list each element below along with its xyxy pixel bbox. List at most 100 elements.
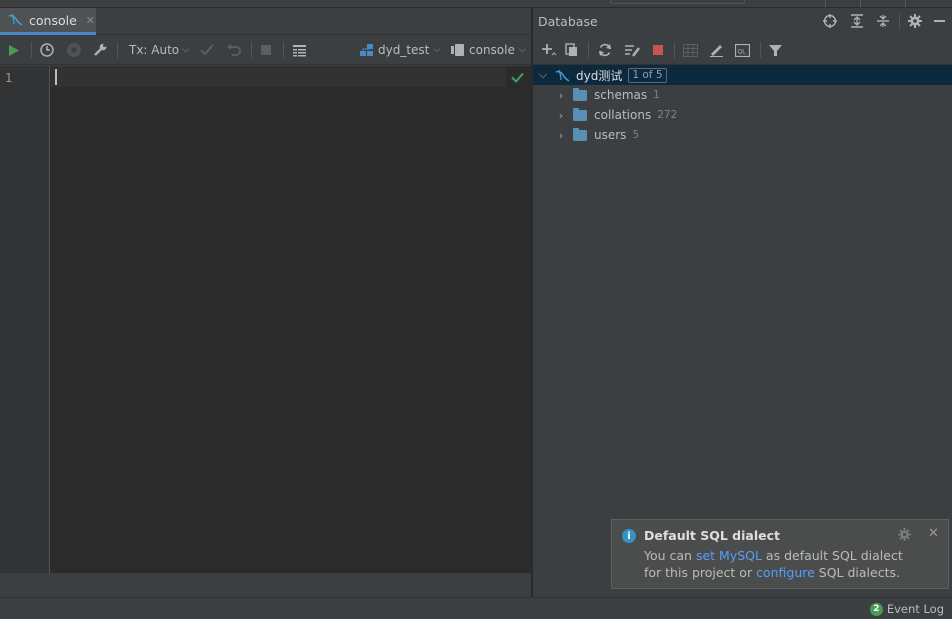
- execute-button[interactable]: [8, 35, 20, 65]
- event-count-badge: 2: [869, 602, 883, 616]
- tree-root-datasource[interactable]: ⌵ dyd测试 1 of 5: [533, 65, 952, 85]
- new-button[interactable]: [541, 35, 557, 65]
- refresh-icon: [598, 43, 612, 57]
- set-mysql-link[interactable]: set MySQL: [696, 548, 762, 563]
- configure-link[interactable]: configure: [756, 565, 815, 580]
- edit-source-button[interactable]: [709, 35, 724, 65]
- chevron-right-icon[interactable]: ›: [555, 129, 567, 142]
- cancel-running-button[interactable]: [66, 35, 82, 65]
- chevron-right-icon[interactable]: ›: [555, 109, 567, 122]
- settings-wrench-button[interactable]: [92, 35, 108, 65]
- panel-settings-button[interactable]: [908, 14, 922, 28]
- disconnect-button[interactable]: [652, 35, 664, 65]
- session-selector[interactable]: console ⌵: [451, 35, 526, 65]
- editor-toolbar: Tx: Auto ⌵ dyd_test ⌵ console ⌵: [0, 35, 531, 65]
- stop-circle-icon: [66, 42, 82, 58]
- session-label: console: [469, 43, 515, 57]
- notification-text: as default SQL dialect: [761, 548, 903, 563]
- tree-node-users[interactable]: › users 5: [533, 125, 952, 145]
- tree-node-label: schemas: [594, 88, 648, 102]
- top-toolbar-fragment: [610, 0, 745, 4]
- rollback-button[interactable]: [226, 35, 242, 65]
- notification-line-1: You can set MySQL as default SQL dialect: [644, 548, 903, 563]
- line-number: 1: [5, 71, 13, 85]
- properties-button[interactable]: [624, 35, 640, 65]
- sql-console-icon: QL: [735, 43, 750, 57]
- editor-footer: [0, 573, 531, 597]
- datasource-label: dyd_test: [378, 43, 430, 57]
- editor-gutter: [0, 66, 50, 573]
- collapse-all-button[interactable]: [876, 14, 890, 28]
- expand-all-button[interactable]: [850, 14, 864, 28]
- close-icon[interactable]: ✕: [928, 526, 939, 541]
- chevron-down-icon: ⌵: [433, 45, 441, 55]
- copy-icon: [565, 43, 579, 57]
- clock-icon: [39, 42, 55, 58]
- panel-title: Database: [538, 14, 598, 29]
- tree-node-count: 1: [653, 89, 660, 101]
- open-console-button[interactable]: QL: [735, 35, 750, 65]
- notification-text: SQL dialects.: [814, 565, 900, 580]
- table-grid-icon: [683, 43, 698, 57]
- tree-node-count: 5: [632, 129, 640, 141]
- check-icon: [200, 44, 214, 56]
- gear-icon: [908, 14, 922, 28]
- schema-tree-icon: [360, 43, 374, 57]
- expand-all-icon: [850, 14, 864, 28]
- output-layout-button[interactable]: [292, 35, 307, 65]
- database-toolbar: QL: [533, 35, 952, 65]
- stop-square-icon: [652, 44, 664, 56]
- transaction-mode-dropdown[interactable]: Tx: Auto ⌵: [129, 35, 189, 65]
- session-icon: [451, 44, 465, 56]
- folder-icon: [573, 107, 587, 121]
- chevron-right-icon[interactable]: ›: [555, 89, 567, 102]
- tree-node-schemas[interactable]: › schemas 1: [533, 85, 952, 105]
- collapse-all-icon: [876, 14, 890, 28]
- editor-tab-bar: console ✕: [0, 8, 531, 35]
- mysql-console-icon: [8, 13, 24, 27]
- commit-button[interactable]: [200, 35, 214, 65]
- tx-mode-label: Tx: Auto: [129, 43, 180, 57]
- inspection-ok-icon[interactable]: [511, 72, 524, 83]
- schema-count-badge[interactable]: 1 of 5: [628, 67, 667, 83]
- notification-text: You can: [644, 548, 696, 563]
- filter-button[interactable]: [769, 35, 782, 65]
- database-tree[interactable]: ⌵ dyd测试 1 of 5 › schemas 1 › collations …: [533, 65, 952, 597]
- chevron-down-icon: ⌵: [182, 45, 189, 55]
- close-tab-icon[interactable]: ✕: [86, 14, 95, 27]
- status-bar: 2 Event Log: [0, 597, 952, 619]
- sql-editor[interactable]: [50, 66, 531, 573]
- folder-icon: [573, 87, 587, 101]
- event-log-button[interactable]: 2 Event Log: [869, 602, 944, 616]
- hide-panel-button[interactable]: [934, 20, 945, 22]
- event-log-label: Event Log: [886, 602, 944, 616]
- table-editor-button[interactable]: [683, 35, 698, 65]
- stop-button[interactable]: [260, 35, 272, 65]
- info-icon: i: [622, 529, 636, 543]
- locate-button[interactable]: [823, 14, 837, 28]
- notification-text: for this project or: [644, 565, 757, 580]
- mysql-icon: [555, 69, 571, 82]
- plus-icon: [541, 43, 557, 57]
- table-grid-icon: [292, 44, 307, 57]
- pencil-icon: [709, 43, 724, 57]
- svg-text:QL: QL: [738, 48, 747, 55]
- tab-console[interactable]: console ✕: [0, 8, 96, 35]
- text-caret: [55, 69, 57, 85]
- datasource-name: dyd测试: [576, 68, 623, 83]
- notification-title: Default SQL dialect: [644, 528, 780, 543]
- duplicate-button[interactable]: [565, 35, 579, 65]
- history-button[interactable]: [39, 35, 55, 65]
- tree-node-collations[interactable]: › collations 272: [533, 105, 952, 125]
- current-line-highlight: [51, 66, 506, 87]
- run-icon: [8, 44, 20, 57]
- refresh-button[interactable]: [598, 35, 612, 65]
- wrench-icon: [92, 42, 108, 58]
- chevron-down-icon[interactable]: ⌵: [537, 68, 549, 82]
- notification-settings-button[interactable]: [898, 528, 911, 541]
- tree-node-count: 272: [657, 109, 678, 121]
- datasource-selector[interactable]: dyd_test ⌵: [360, 35, 440, 65]
- filter-icon: [769, 44, 782, 57]
- tree-node-label: collations: [594, 108, 652, 122]
- chevron-down-icon: ⌵: [518, 45, 526, 55]
